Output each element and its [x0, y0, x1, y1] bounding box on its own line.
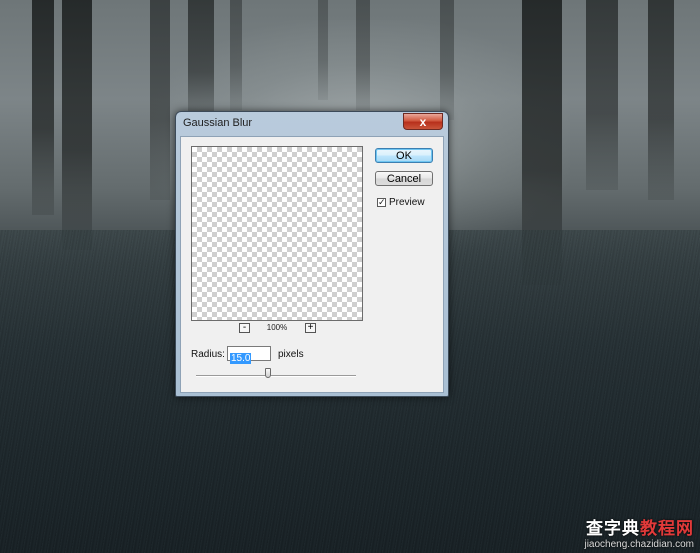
tree-trunk — [32, 0, 54, 215]
tree-trunk — [648, 0, 674, 200]
watermark-title: 查字典教程网 — [584, 514, 694, 539]
radius-slider-thumb[interactable] — [265, 368, 271, 378]
watermark-title-part2: 教程网 — [640, 519, 694, 538]
ok-button[interactable]: OK — [375, 148, 433, 163]
radius-label: Radius: — [191, 349, 225, 360]
radius-slider-track[interactable] — [196, 375, 356, 377]
radius-input[interactable]: 15.0 — [227, 346, 271, 364]
radius-units-label: pixels — [278, 349, 304, 360]
blur-preview-canvas[interactable] — [191, 146, 363, 321]
close-icon: x — [419, 115, 427, 129]
close-button[interactable]: x — [403, 113, 443, 130]
tree-trunk — [356, 0, 370, 110]
dialog-title: Gaussian Blur — [183, 117, 253, 129]
check-icon: ✓ — [378, 197, 386, 207]
preview-checkbox[interactable]: ✓ — [377, 198, 386, 207]
zoom-out-button[interactable]: - — [239, 323, 250, 333]
tree-trunk — [150, 0, 170, 200]
preview-toggle[interactable]: ✓ Preview — [377, 197, 425, 208]
tree-trunk — [586, 0, 618, 190]
cancel-button[interactable]: Cancel — [375, 171, 433, 186]
tree-trunk — [230, 0, 242, 110]
radius-value: 15.0 — [230, 353, 252, 364]
tree-trunk — [318, 0, 328, 100]
tree-trunk — [188, 0, 214, 120]
watermark-url: jiaocheng.chazidian.com — [584, 539, 694, 550]
gaussian-blur-dialog: Gaussian Blur x - 100% + OK Cancel ✓ Pre… — [175, 111, 449, 397]
zoom-in-button[interactable]: + — [305, 323, 316, 333]
zoom-level: 100% — [266, 323, 288, 332]
tree-trunk — [440, 0, 454, 120]
watermark-title-part1: 查字典 — [586, 519, 640, 538]
preview-label: Preview — [389, 197, 425, 208]
tree-trunk — [62, 0, 92, 250]
dialog-client-area: - 100% + OK Cancel ✓ Preview Radius: 15.… — [180, 136, 444, 393]
dialog-titlebar[interactable]: Gaussian Blur x — [176, 112, 448, 134]
watermark: 查字典教程网 jiaocheng.chazidian.com — [584, 514, 694, 550]
